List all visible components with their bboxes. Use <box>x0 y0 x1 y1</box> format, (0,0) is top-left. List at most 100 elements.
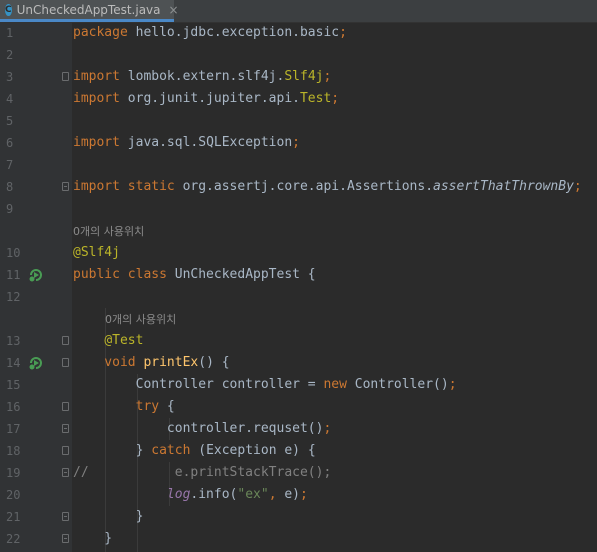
line-number: 6 <box>6 136 14 150</box>
tab-label: UnCheckedAppTest.java <box>16 2 161 17</box>
line-number: 19 <box>6 466 21 480</box>
code-line[interactable]: 14 void printEx() { <box>0 352 597 374</box>
fold-marker-icon[interactable] <box>62 534 69 543</box>
code-token: ; <box>323 421 332 436</box>
code-token: try <box>73 399 167 414</box>
code-line[interactable]: 21 } <box>0 506 597 528</box>
code-token: ; <box>448 377 457 392</box>
code-line[interactable]: 11 public class UnCheckedAppTest { <box>0 264 597 286</box>
code-text: import lombok.extern.slf4j.Slf4j; <box>73 66 331 88</box>
code-text: } <box>73 506 144 528</box>
line-number: 13 <box>6 334 21 348</box>
line-number: 9 <box>6 202 14 216</box>
code-token: import <box>73 91 128 106</box>
code-token: lombok.extern.slf4j. <box>127 69 285 84</box>
code-token: ; <box>300 487 308 502</box>
code-token: (Exception e) { <box>198 443 316 458</box>
code-text: } <box>73 528 112 550</box>
code-text: @Test <box>73 330 143 352</box>
code-token: { <box>166 399 175 414</box>
line-number: 18 <box>6 444 21 458</box>
code-line[interactable]: 7 <box>0 154 597 176</box>
code-token: ; <box>331 91 340 106</box>
code-line[interactable]: 12 <box>0 286 597 308</box>
code-token: controller.requset() <box>73 421 324 436</box>
code-line[interactable]: 22 } <box>0 528 597 550</box>
code-token: } <box>73 443 152 458</box>
code-line[interactable]: 13 @Test <box>0 330 597 352</box>
code-token: catch <box>151 443 199 458</box>
code-token: import static <box>73 179 183 194</box>
code-token: } <box>73 509 144 524</box>
code-token: @Test <box>104 333 144 348</box>
line-number: 10 <box>6 246 21 260</box>
code-line[interactable]: 8 import static org.assertj.core.api.Asse… <box>0 176 597 198</box>
line-number: 16 <box>6 400 21 414</box>
code-line[interactable]: 20 log.info("ex", e); <box>0 484 597 506</box>
run-test-icon[interactable] <box>28 355 44 371</box>
code-token: e) <box>284 487 300 502</box>
code-line[interactable]: 15 Controller controller = new Controlle… <box>0 374 597 396</box>
code-line[interactable]: 1 package hello.jdbc.exception.basic; <box>0 22 597 44</box>
code-line[interactable]: 10 @Slf4j <box>0 242 597 264</box>
code-text: // e.printStackTrace(); <box>73 462 331 484</box>
code-token: , <box>268 487 285 502</box>
code-token: // e.printStackTrace(); <box>73 465 332 480</box>
code-token: "ex" <box>237 487 269 502</box>
line-number: 4 <box>6 92 14 106</box>
usages-hint[interactable]: 0개의 사용위치 <box>73 220 144 242</box>
usages-hint[interactable]: 0개의 사용위치 <box>105 308 176 330</box>
code-line[interactable]: 3 import lombok.extern.slf4j.Slf4j; <box>0 66 597 88</box>
fold-marker-icon[interactable] <box>62 512 69 521</box>
tab-unchecked-app-test[interactable]: C UnCheckedAppTest.java × <box>0 0 179 22</box>
code-token: org.assertj.core.api.Assertions. <box>182 179 434 194</box>
code-text: public class UnCheckedAppTest { <box>73 264 316 286</box>
line-number: 11 <box>6 268 21 282</box>
code-line[interactable]: 6 import java.sql.SQLException; <box>0 132 597 154</box>
fold-marker-icon[interactable] <box>62 424 69 433</box>
code-line[interactable]: 4 import org.junit.jupiter.api.Test; <box>0 88 597 110</box>
code-line[interactable]: 18 } catch (Exception e) { <box>0 440 597 462</box>
code-token: void <box>73 355 144 370</box>
code-token: ; <box>292 135 300 150</box>
run-test-icon[interactable] <box>28 267 44 283</box>
fold-marker-icon[interactable] <box>62 358 69 367</box>
code-text: controller.requset(); <box>73 418 331 440</box>
code-token: Slf4j <box>284 69 324 84</box>
code-token: import <box>73 69 128 84</box>
code-token: public class <box>73 267 175 282</box>
fold-marker-icon[interactable] <box>62 182 69 191</box>
line-number: 5 <box>6 114 14 128</box>
code-token: new <box>323 377 355 392</box>
code-line[interactable]: 5 <box>0 110 597 132</box>
code-token: ; <box>573 179 582 194</box>
editor-tab-bar: C UnCheckedAppTest.java × <box>0 0 597 23</box>
fold-marker-icon[interactable] <box>62 72 69 81</box>
code-text: void printEx() { <box>73 352 229 374</box>
code-text: log.info("ex", e); <box>73 484 308 506</box>
fold-marker-icon[interactable] <box>62 336 69 345</box>
code-token: org.junit.jupiter.api. <box>127 91 300 106</box>
line-number: 12 <box>6 290 21 304</box>
code-text: import java.sql.SQLException; <box>73 132 300 154</box>
line-number: 1 <box>6 26 14 40</box>
code-text: try { <box>73 396 175 418</box>
fold-marker-icon[interactable] <box>62 468 69 477</box>
code-token: hello.jdbc.exception.basic <box>135 25 340 40</box>
fold-marker-icon[interactable] <box>62 446 69 455</box>
code-editor[interactable]: 1 package hello.jdbc.exception.basic; 2 3 im… <box>0 22 597 552</box>
code-line[interactable]: 17 controller.requset(); <box>0 418 597 440</box>
code-text: } catch (Exception e) { <box>73 440 316 462</box>
fold-marker-icon[interactable] <box>62 402 69 411</box>
code-token: ; <box>339 25 347 40</box>
line-number: 14 <box>6 356 21 370</box>
line-number: 3 <box>6 70 14 84</box>
code-line[interactable]: 2 <box>0 44 597 66</box>
close-icon[interactable]: × <box>169 3 179 17</box>
code-line[interactable]: 19 // e.printStackTrace(); <box>0 462 597 484</box>
line-number: 2 <box>6 48 14 62</box>
code-token: Controller controller = <box>73 377 324 392</box>
code-line[interactable]: 16 try { <box>0 396 597 418</box>
code-line[interactable]: 9 <box>0 198 597 220</box>
